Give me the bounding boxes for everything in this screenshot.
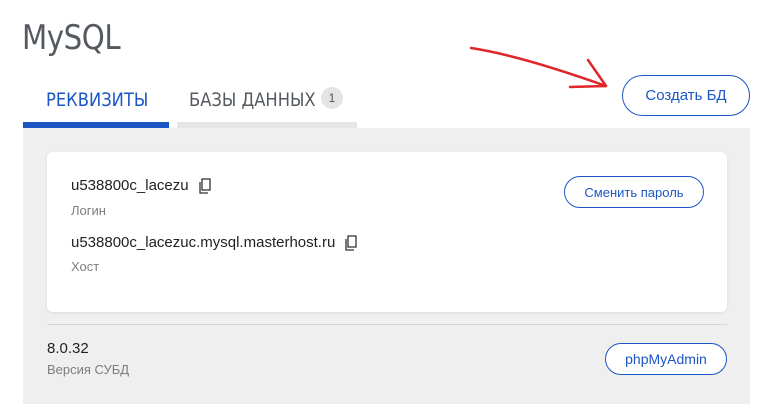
- tab-label: БАЗЫ ДАННЫХ: [189, 89, 316, 111]
- details-panel: u538800c_lacezu Логин u538800c_lacezuc.m…: [23, 128, 750, 404]
- change-password-button[interactable]: Сменить пароль: [564, 176, 704, 208]
- tab-label: РЕКВИЗИТЫ: [46, 89, 149, 111]
- tab-databases[interactable]: БАЗЫ ДАННЫХ 1: [177, 84, 357, 128]
- login-value: u538800c_lacezu: [71, 177, 189, 194]
- page-title: MySQL: [22, 18, 121, 58]
- phpmyadmin-button[interactable]: phpMyAdmin: [605, 343, 727, 375]
- create-db-button[interactable]: Создать БД: [622, 75, 750, 116]
- red-arrow-annotation: [469, 46, 608, 89]
- dbms-version-value: 8.0.32: [47, 340, 89, 357]
- copy-icon[interactable]: [198, 177, 211, 194]
- login-label: Логин: [71, 203, 106, 218]
- divider: [47, 324, 727, 325]
- host-row: u538800c_lacezuc.mysql.masterhost.ru: [71, 234, 357, 251]
- copy-icon[interactable]: [345, 234, 357, 251]
- credentials-card: u538800c_lacezu Логин u538800c_lacezuc.m…: [47, 152, 727, 312]
- login-row: u538800c_lacezu: [71, 177, 211, 194]
- dbms-version-label: Версия СУБД: [47, 362, 130, 377]
- host-value: u538800c_lacezuc.mysql.masterhost.ru: [71, 234, 336, 251]
- tab-count-badge: 1: [321, 87, 343, 109]
- tab-rekvizity[interactable]: РЕКВИЗИТЫ: [23, 84, 169, 128]
- host-label: Хост: [71, 259, 100, 274]
